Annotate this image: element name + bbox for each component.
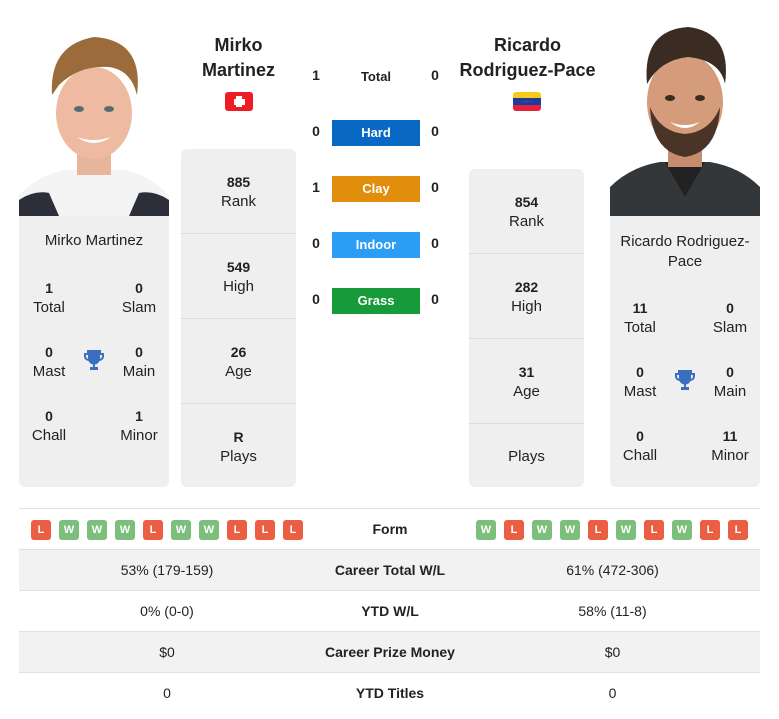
player1-age: 26 Age <box>225 344 252 380</box>
trophy-icon <box>673 368 697 397</box>
venezuela-flag-icon: ····· <box>513 92 541 111</box>
divider <box>469 338 584 339</box>
player2-high: 282 High <box>511 279 542 315</box>
player2-form-badge-loss[interactable]: L <box>700 520 720 540</box>
player1-value: $0 <box>159 644 175 660</box>
divider <box>181 318 296 319</box>
player1-titles-mast: 0 Mast <box>32 344 66 380</box>
player2-titles-main: 0 Main <box>713 364 747 400</box>
player1-name-last: Martinez <box>201 60 275 80</box>
switzerland-flag-icon <box>225 92 253 111</box>
player2-titles-slam: 0 Slam <box>712 300 748 336</box>
player1-value: 0% (0-0) <box>140 603 194 619</box>
player2-form-badge-win[interactable]: W <box>616 520 636 540</box>
player2-form-badge-loss[interactable]: L <box>644 520 664 540</box>
player2-value: 61% (472-306) <box>566 562 659 578</box>
player1-titles-chall: 0 Chall <box>31 408 67 444</box>
player2-full-name-line1: Ricardo Rodriguez- <box>620 233 750 250</box>
player1-photo <box>19 25 169 216</box>
player1-titles-main: 0 Main <box>122 344 156 380</box>
player1-form-badge-loss[interactable]: L <box>143 520 163 540</box>
player1-name-first: Mirko <box>214 35 263 55</box>
player1-form-badge-win[interactable]: W <box>59 520 79 540</box>
player2-titles-mast: 0 Mast <box>623 364 657 400</box>
player2-form-badge-loss[interactable]: L <box>504 520 524 540</box>
player2-titles-card: Ricardo Rodriguez- Pace 11 Total 0 Slam 0M… <box>610 216 760 487</box>
player2-value: 0 <box>608 685 617 701</box>
row-label: Career Total W/L <box>334 562 446 578</box>
h2h-indoor-left: 0 <box>312 235 320 251</box>
player2-titles-total: 11 Total <box>624 300 656 336</box>
player2-name-first: Ricardo <box>493 35 562 55</box>
trophy-icon <box>82 348 106 377</box>
row-label: YTD W/L <box>361 603 419 619</box>
player2-name[interactable]: Ricardo Rodriguez-Pace <box>455 33 600 83</box>
row-prize-money: $0 Career Prize Money $0 <box>19 631 760 673</box>
player1-titles-card: Mirko Martinez 1 Total 0 Slam 0 Mast 0 Main … <box>19 216 169 487</box>
player1-form-badge-win[interactable]: W <box>199 520 219 540</box>
player2-value: 58% (11-8) <box>578 603 647 619</box>
player1-stats-card: 885 Rank 549 High 26 Age R Plays <box>181 149 296 487</box>
h2h-clay-left: 1 <box>312 179 320 195</box>
surface-hard[interactable]: Hard <box>332 120 420 146</box>
h2h-grass-left: 0 <box>312 291 320 307</box>
divider <box>181 233 296 234</box>
h2h-clay-right: 0 <box>431 179 439 195</box>
player1-form-badge-loss[interactable]: L <box>255 520 275 540</box>
player1-titles-total: 1 Total <box>33 280 65 316</box>
player1-plays: R Plays <box>220 429 257 465</box>
player2-form-badge-win[interactable]: W <box>672 520 692 540</box>
divider <box>469 423 584 424</box>
player1-value: 0 <box>163 685 171 701</box>
player1-form-badge-loss[interactable]: L <box>283 520 303 540</box>
surface-indoor[interactable]: Indoor <box>332 232 420 258</box>
row-label: Form <box>372 521 408 537</box>
player1-form-badge-loss[interactable]: L <box>31 520 51 540</box>
row-career-wl: 53% (179-159) Career Total W/L 61% (472-… <box>19 549 760 591</box>
divider <box>469 253 584 254</box>
row-ytd-titles: 0 YTD Titles 0 <box>19 672 760 714</box>
h2h-indoor-right: 0 <box>431 235 439 251</box>
player2-stats-card: 854 Rank 282 High 31 Age Plays <box>469 169 584 487</box>
player1-high: 549 High <box>223 259 254 295</box>
player1-titles-slam: 0 Slam <box>121 280 157 316</box>
h2h-total-left: 1 <box>312 67 320 83</box>
player2-rank: 854 Rank <box>508 194 545 230</box>
player2-form-badge-loss[interactable]: L <box>588 520 608 540</box>
player2-full-name-line2: Pace <box>667 253 703 270</box>
player1-titles-minor: 1 Minor <box>120 408 158 444</box>
h2h-hard-right: 0 <box>431 123 439 139</box>
surface-clay[interactable]: Clay <box>332 176 420 202</box>
player1-value: 53% (179-159) <box>120 562 214 578</box>
player2-age: 31 Age <box>513 364 540 400</box>
player2-full-name: Ricardo Rodriguez- Pace <box>610 232 760 272</box>
row-label: YTD Titles <box>355 685 425 701</box>
player1-form-badge-win[interactable]: W <box>87 520 107 540</box>
h2h-total-label: Total <box>360 69 392 84</box>
player2-photo <box>610 22 760 216</box>
player2-form-badge-win[interactable]: W <box>476 520 496 540</box>
player1-full-name: Mirko Martinez <box>44 232 144 249</box>
h2h-grass-right: 0 <box>431 291 439 307</box>
player2-titles-chall: 0 Chall <box>622 428 658 464</box>
row-label: Career Prize Money <box>325 644 455 660</box>
player1-rank: 885 Rank <box>220 174 257 210</box>
player2-plays: Plays <box>508 448 545 465</box>
h2h-hard-left: 0 <box>312 123 320 139</box>
player2-form-badge-win[interactable]: W <box>532 520 552 540</box>
divider <box>181 403 296 404</box>
player1-form-badge-win[interactable]: W <box>171 520 191 540</box>
h2h-total-right: 0 <box>431 67 439 83</box>
player2-titles-minor: 11 Minor <box>711 428 749 464</box>
surface-grass[interactable]: Grass <box>332 288 420 314</box>
player2-form-badge-win[interactable]: W <box>560 520 580 540</box>
player1-name[interactable]: Mirko Martinez <box>181 33 296 83</box>
player2-value: $0 <box>604 644 621 660</box>
row-ytd-wl: 0% (0-0) YTD W/L 58% (11-8) <box>19 590 760 632</box>
player2-name-last: Rodriguez-Pace <box>459 60 596 80</box>
player2-form-badge-loss[interactable]: L <box>728 520 748 540</box>
player1-form-badge-win[interactable]: W <box>115 520 135 540</box>
player1-form-badge-loss[interactable]: L <box>227 520 247 540</box>
